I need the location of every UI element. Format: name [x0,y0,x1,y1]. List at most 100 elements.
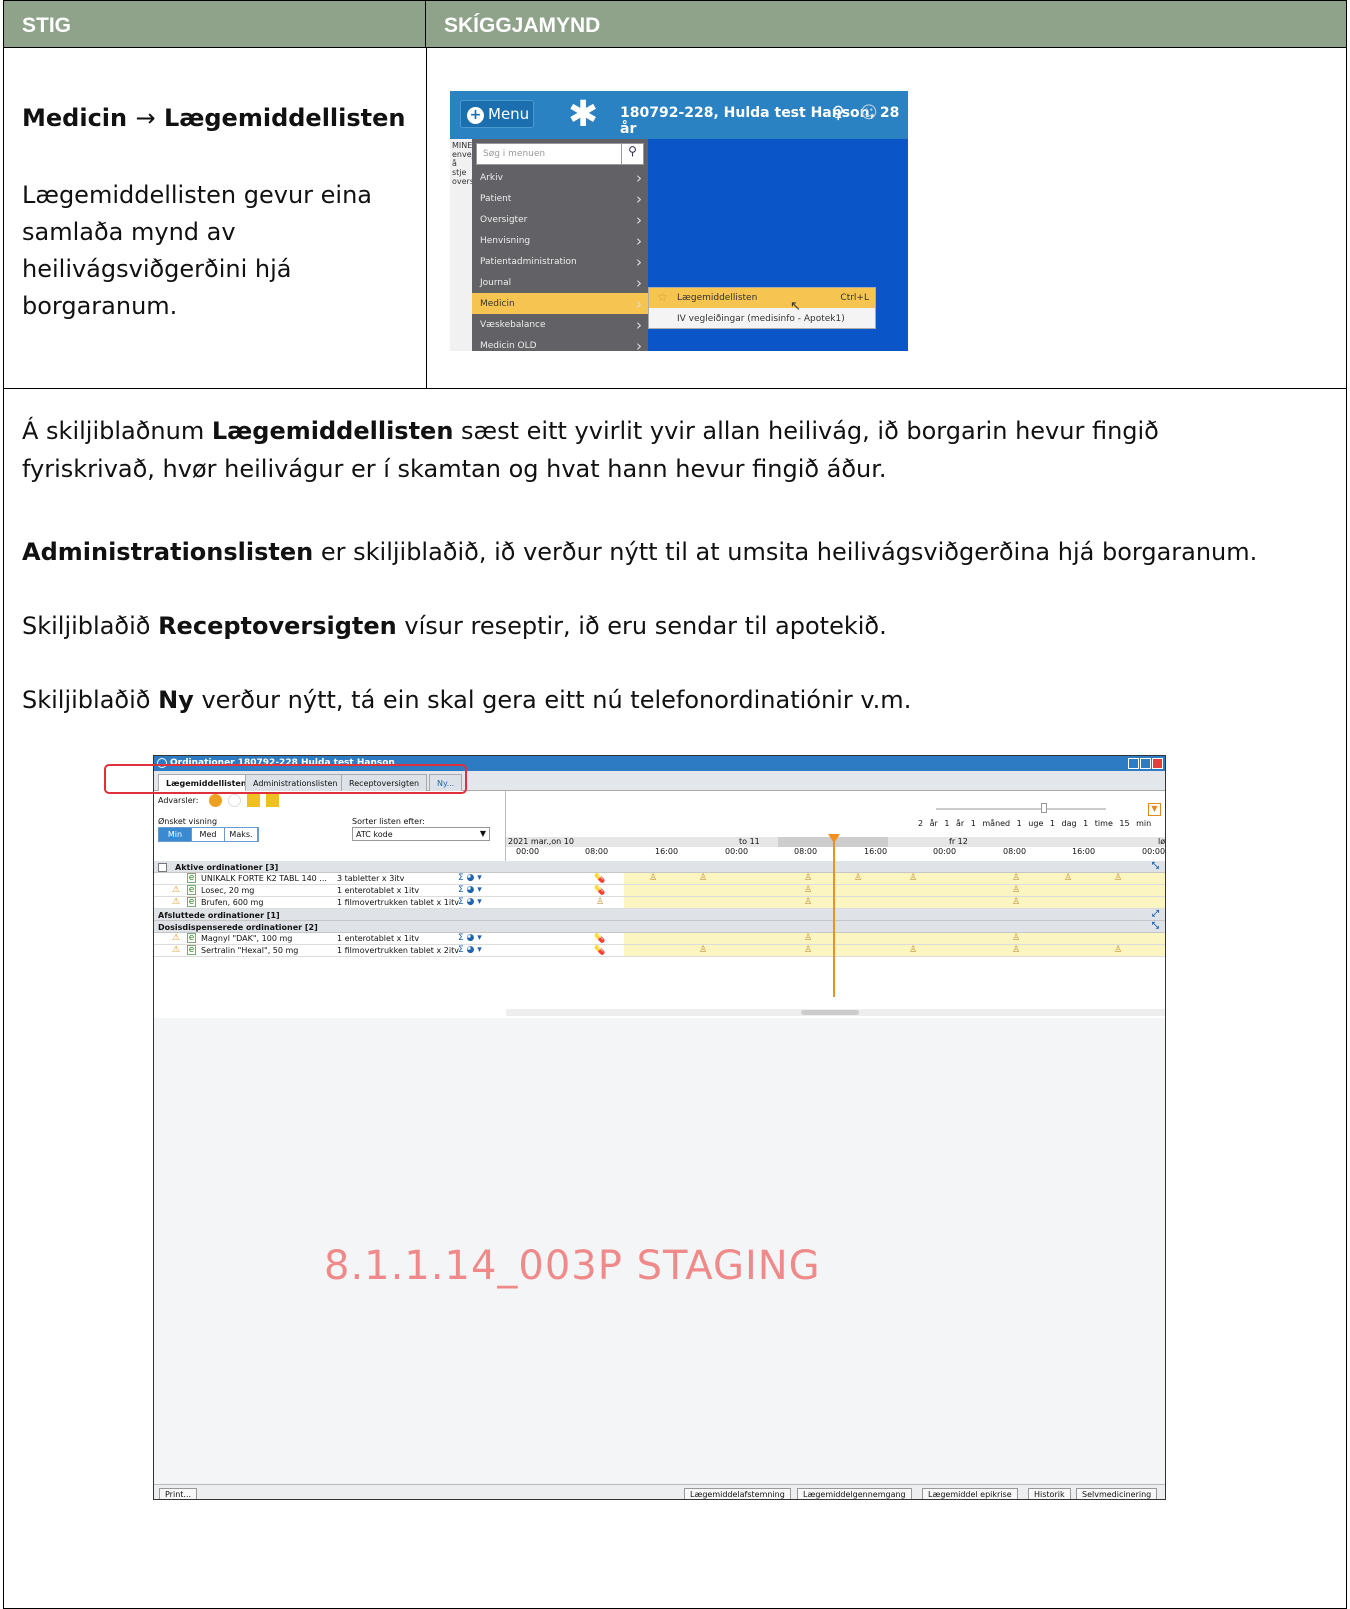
person-icon: ♙ [909,945,918,955]
hour-label: 00:00 [516,847,540,856]
person-icon: ♙ [1012,885,1021,895]
laegemiddelgennemgang-button[interactable]: Lægemiddelgennemgang [797,1488,912,1499]
checkbox[interactable] [158,863,167,872]
historik-button[interactable]: Historik [1028,1488,1071,1499]
header-screenshot: SKÍGGJAMYND [444,14,601,37]
e-icon: e [187,933,196,943]
sort-select[interactable]: ATC kode ▼ [352,827,490,841]
text: sæst eitt yvirlit yvir allan heilivág, i… [453,417,1159,445]
breastfeeding-icon[interactable] [266,794,279,807]
laegemiddel-epikrise-button[interactable]: Lægemiddel epikrise [922,1488,1018,1499]
person-icon: ♙ [1114,945,1123,955]
row-tools[interactable]: Σ ◕ ▾ [458,885,482,895]
chevron-right-icon: › [636,232,642,250]
text: fyriskrivað, hvør heilivágur er í skamta… [22,455,887,483]
filter-icon[interactable]: ▼ [1148,803,1161,816]
horizontal-scrollbar[interactable] [506,1009,1165,1016]
pregnancy-icon[interactable] [247,794,260,807]
chevron-right-icon: › [636,169,642,187]
selvmedicinering-button[interactable]: Selvmedicinering [1076,1488,1158,1499]
menu-item-arkiv[interactable]: Arkiv › [472,167,648,188]
submenu-item-laegemiddellisten[interactable]: ☆ Lægemiddellisten Ctrl+L [649,288,875,308]
step-title-b: Lægemiddellisten [163,104,406,132]
search-placeholder: Søg i menuen [483,149,546,159]
section-active[interactable]: Aktive ordinationer [3] ⤡ [154,861,1165,873]
minimize-icon[interactable] [1128,758,1139,769]
step-title-a: Medicin [22,104,128,132]
warning-icon: ⚠ [172,945,181,955]
table-row[interactable]: ⚠ e Brufen, 600 mg 1 filmovertrukken tablet… [154,897,1165,909]
menu-item-patient[interactable]: Patient › [472,188,648,209]
menu-item-vaeskebalance[interactable]: Væskebalance › [472,314,648,335]
column-divider [426,48,427,388]
person-icon: ♙ [804,933,813,943]
person-icon: ♙ [804,945,813,955]
section-label: Dosisdispenserede ordinationer [2] [158,923,318,932]
section-closed[interactable]: Afsluttede ordinationer [1] ⤢ [154,909,1165,921]
warning-icons [209,794,279,807]
menu-search[interactable]: Søg i menuen ⚲ [476,143,644,165]
person-icon: ♙ [1012,945,1021,955]
table-row[interactable]: e UNIKALK FORTE K2 TABL 140 ... 3 tablette… [154,873,1165,885]
view-min-button[interactable]: Min [159,828,192,841]
user-icon[interactable]: ☺ [860,103,878,123]
pill-icon: 💊 [594,886,606,896]
menu-item-journal[interactable]: Journal › [472,272,648,293]
row-tools[interactable]: Σ ◕ ▾ [458,945,482,955]
menu-item-patientadministration[interactable]: Patientadministration › [472,251,648,272]
view-maks-button[interactable]: Maks. [225,828,258,841]
table-row[interactable]: ⚠ e Sertralin "Hexal", 50 mg 1 filmovertruk… [154,945,1165,957]
chevron-right-icon: › [636,190,642,208]
maximize-icon[interactable] [1140,758,1151,769]
bold-text: Administrationslisten [22,538,314,566]
person-icon: ♙ [804,885,813,895]
row-tools[interactable]: Σ ◕ ▾ [458,933,482,943]
view-segmented: Min Med Maks. [158,827,259,842]
row-divider [4,388,1346,389]
row-tools[interactable]: Σ ◕ ▾ [458,897,482,907]
timeline-header: 2 år 1 år 1 måned 1 uge 1 dag 1 time 15 … [506,791,1165,861]
zoom-slider[interactable] [936,808,1106,810]
e-icon: e [187,897,196,907]
scrollbar-thumb[interactable] [801,1010,859,1015]
arrow-icon: → [135,104,156,132]
table-row[interactable]: ⚠ e Magnyl "DAK", 100 mg 1 enterotablet x 1… [154,933,1165,945]
menu-item-medicin-old[interactable]: Medicin OLD › [472,335,648,351]
chevron-right-icon: › [636,274,642,292]
menu-item-label: Arkiv [480,173,503,183]
star-of-life-icon: ✱ [568,94,599,135]
menu-item-henvisning[interactable]: Henvisning › [472,230,648,251]
zoom-slider-handle[interactable] [1041,803,1047,813]
laegemiddelafstemning-button[interactable]: Lægemiddelafstemning [684,1488,791,1499]
disabled-icon [228,794,241,807]
menu-item-oversigter[interactable]: Oversigter › [472,209,648,230]
e-icon: e [187,885,196,895]
empty-area: 8.1.1.14_003P STAGING [154,1018,1165,1484]
submenu-label: IV vegleiðingar (medisinfo - Apotek1) [677,314,845,324]
print-button[interactable]: Print... [159,1488,198,1499]
search-icon[interactable]: ⚲ [621,144,643,164]
hour-label: 00:00 [933,847,957,856]
drug-dose: 1 enterotablet x 1itv [337,934,420,943]
expand-icon[interactable]: ⤢ [1152,909,1159,919]
collapse-icon[interactable]: ⤡ [1152,861,1159,871]
person-icon: ♙ [804,873,813,883]
day-label: 2021 mar.,on 10 [508,837,574,846]
person-icon: ♙ [1012,873,1021,883]
close-icon[interactable] [1152,758,1163,769]
row-tools[interactable]: Σ ◕ ▾ [458,873,482,883]
drug-name: Brufen, 600 mg [201,898,264,907]
chevron-right-icon: › [636,337,642,351]
allergy-icon[interactable] [209,794,222,807]
table-row[interactable]: ⚠ e Losec, 20 mg 1 enterotablet x 1itv Σ ◕ ▾… [154,885,1165,897]
menu-list: Søg i menuen ⚲ Arkiv › Patient › Oversigter… [472,139,648,351]
view-med-button[interactable]: Med [192,828,225,841]
menu-item-medicin[interactable]: Medicin › [472,293,648,314]
sort-label: Sorter listen efter: [352,817,425,826]
text: Skiljiblaðið [22,612,159,640]
collapse-icon[interactable]: ⤡ [1152,921,1159,931]
text: Skiljiblaðið [22,686,159,714]
section-dose[interactable]: Dosisdispenserede ordinationer [2] ⤡ [154,921,1165,933]
submenu-item-iv[interactable]: IV vegleiðingar (medisinfo - Apotek1) [649,309,875,329]
menu-button[interactable]: + Menu [460,100,534,128]
